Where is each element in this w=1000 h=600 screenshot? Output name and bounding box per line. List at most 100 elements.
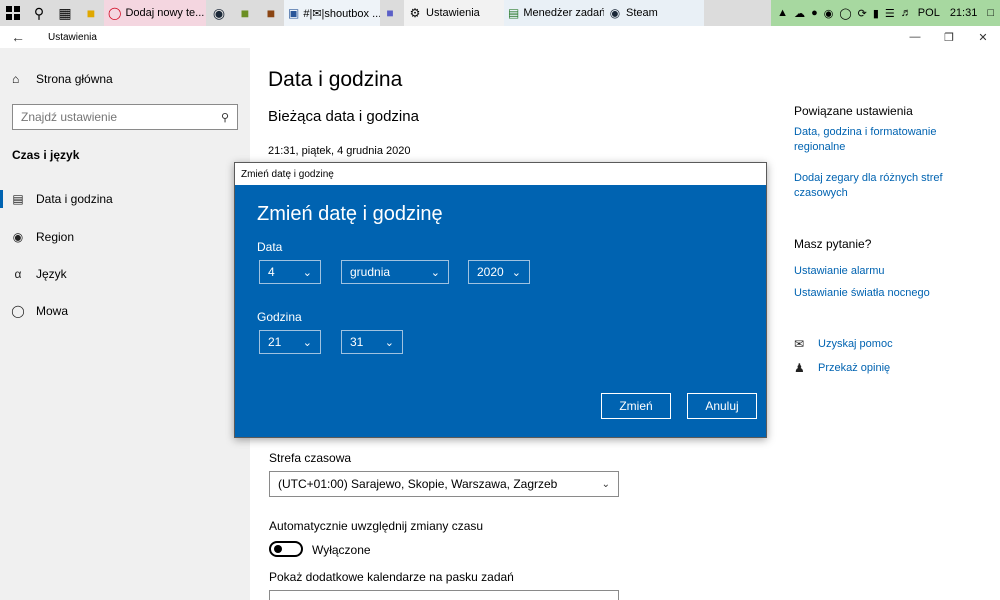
minimize-icon[interactable]: — (898, 26, 932, 48)
minute-value: 31 (350, 335, 364, 349)
dialog-heading: Zmień datę i godzinę (257, 203, 443, 225)
dst-toggle[interactable] (269, 541, 303, 557)
feedback-label: Przekaż opinię (818, 362, 891, 374)
taskbar-app-label: Ustawienia (426, 7, 480, 19)
maximize-icon[interactable]: ❐ (932, 26, 966, 48)
year-select[interactable]: 2020 ⌄ (468, 260, 530, 284)
battery-icon[interactable]: ▮ (873, 7, 879, 20)
shield-icon[interactable]: ◯ (839, 7, 851, 20)
taskbar-app-shoutbox[interactable]: ▣ #|✉|shoutbox ... (284, 0, 380, 26)
timezone-select[interactable]: (UTC+01:00) Sarajewo, Skopie, Warszawa, … (269, 471, 619, 497)
page-title: Data i godzina (268, 68, 403, 91)
section-title: Bieżąca data i godzina (268, 108, 419, 125)
calendars-select[interactable] (269, 590, 619, 600)
link-add-clocks[interactable]: Dodaj zegary dla różnych stref czasowych (794, 171, 964, 201)
sidebar-home[interactable]: ⌂ Strona główna (12, 72, 113, 86)
dst-state: Wyłączone (312, 543, 371, 557)
tray-app-icon[interactable]: ▲ (777, 7, 788, 19)
taskbar-app-steam[interactable]: ◉ Steam (604, 0, 704, 26)
chevron-down-icon: ⌄ (384, 336, 394, 349)
sync-icon[interactable]: ⟳ (858, 7, 867, 20)
back-arrow-icon[interactable]: ← (0, 29, 36, 45)
cancel-button[interactable]: Anuluj (687, 393, 757, 419)
start-button[interactable] (0, 0, 26, 26)
taskbar-app-teams[interactable]: ■ (380, 0, 404, 26)
search-box: ⚲ (12, 104, 238, 130)
wifi-icon[interactable]: ☰ (885, 7, 895, 20)
sidebar-item-language[interactable]: α Język (0, 260, 250, 288)
notifications-icon[interactable]: □ (987, 7, 994, 19)
search-icon[interactable]: ⚲ (221, 111, 229, 124)
window-titlebar: ← Ustawienia — ❐ ✕ (0, 26, 1000, 48)
sidebar-item-date-time[interactable]: ▤ Data i godzina (0, 185, 250, 213)
home-icon: ⌂ (12, 72, 20, 86)
hour-select[interactable]: 21 ⌄ (259, 330, 321, 354)
day-select[interactable]: 4 ⌄ (259, 260, 321, 284)
system-tray: ▲ ☁ ● ◉ ◯ ⟳ ▮ ☰ ♬ POL 21:31 □ (771, 0, 1000, 26)
window-title: Ustawienia (48, 31, 97, 43)
taskbar-app-label: Dodaj nowy te... (125, 7, 205, 19)
calendar-clock-icon: ▤ (12, 192, 24, 206)
language-icon: α (14, 267, 22, 281)
sidebar-item-speech[interactable]: ◯ Mowa (0, 297, 250, 325)
close-icon[interactable]: ✕ (966, 26, 1000, 48)
chevron-down-icon: ⌄ (430, 266, 440, 279)
steam-icon: ◉ (609, 6, 621, 20)
link-alarm[interactable]: Ustawianie alarmu (794, 264, 964, 279)
taskbar: ⚲ ▦ ■ ◯ Dodaj nowy te... ◉ ■ ■ ▣ #|✉|sho… (0, 0, 1000, 26)
cube-icon: ■ (240, 5, 250, 21)
month-value: grudnia (350, 265, 391, 279)
opera-icon: ◯ (108, 6, 122, 20)
taskbar-app-steam-pinned[interactable]: ◉ (206, 0, 232, 26)
related-heading: Powiązane ustawienia (794, 104, 913, 118)
file-explorer-button[interactable]: ■ (78, 0, 104, 26)
feedback-link[interactable]: ♟ Przekaż opinię (794, 361, 890, 375)
chevron-down-icon: ⌄ (302, 336, 312, 349)
time-label: Godzina (257, 310, 302, 324)
hour-value: 21 (268, 335, 282, 349)
sidebar-item-label: Mowa (36, 304, 69, 318)
chevron-down-icon: ⌄ (302, 266, 312, 279)
language-indicator[interactable]: POL (918, 7, 940, 19)
change-button[interactable]: Zmień (601, 393, 671, 419)
taskbar-app-label: Steam (626, 7, 658, 19)
taskbar-app-label: Menedżer zadań (523, 7, 604, 19)
date-label: Data (257, 240, 283, 254)
sidebar-item-label: Data i godzina (36, 192, 113, 206)
search-button[interactable]: ⚲ (26, 0, 52, 26)
get-help-link[interactable]: ✉ Uzyskaj pomoc (794, 337, 893, 351)
month-select[interactable]: grudnia ⌄ (341, 260, 449, 284)
browser-icon: ▣ (288, 6, 300, 20)
sidebar: ⌂ Strona główna ⚲ Czas i język ▤ Data i … (0, 48, 250, 600)
teams-icon: ■ (386, 6, 394, 20)
task-view-button[interactable]: ▦ (52, 0, 78, 26)
minute-select[interactable]: 31 ⌄ (341, 330, 403, 354)
microphone-icon: ◯ (11, 304, 25, 318)
taskbar-app-opera[interactable]: ◯ Dodaj nowy te... (104, 0, 206, 26)
calendars-label: Pokaż dodatkowe kalendarze na pasku zada… (269, 570, 514, 584)
taskbar-app-winrar[interactable]: ■ (258, 0, 284, 26)
cloud-icon[interactable]: ☁ (794, 7, 805, 20)
task-manager-icon: ▤ (508, 6, 520, 20)
question-heading: Masz pytanie? (794, 237, 872, 251)
windows-logo-icon (6, 6, 20, 20)
chevron-down-icon: ⌄ (511, 266, 521, 279)
sidebar-home-label: Strona główna (36, 72, 113, 86)
link-night-light[interactable]: Ustawianie światła nocnego (794, 286, 964, 301)
gear-icon: ⚙ (409, 6, 421, 20)
taskbar-app-task-manager[interactable]: ▤ Menedżer zadań (504, 0, 604, 26)
year-value: 2020 (477, 265, 504, 279)
link-regional-formatting[interactable]: Data, godzina i formatowanie regionalne (794, 125, 964, 155)
volume-icon[interactable]: ♬ (901, 7, 912, 19)
clock[interactable]: 21:31 (950, 7, 978, 19)
search-input[interactable] (21, 110, 221, 124)
taskbar-app-minecraft[interactable]: ■ (232, 0, 258, 26)
taskbar-app-label: #|✉|shoutbox ... (303, 7, 380, 20)
sidebar-section-title: Czas i język (12, 148, 80, 162)
people-icon[interactable]: ● (811, 7, 818, 19)
taskbar-app-settings[interactable]: ⚙ Ustawienia (404, 0, 504, 26)
steam-tray-icon[interactable]: ◉ (824, 7, 834, 20)
sidebar-item-region[interactable]: ◉ Region (0, 223, 250, 251)
help-chat-icon: ✉ (794, 337, 805, 351)
chevron-down-icon: ⌄ (601, 478, 610, 490)
